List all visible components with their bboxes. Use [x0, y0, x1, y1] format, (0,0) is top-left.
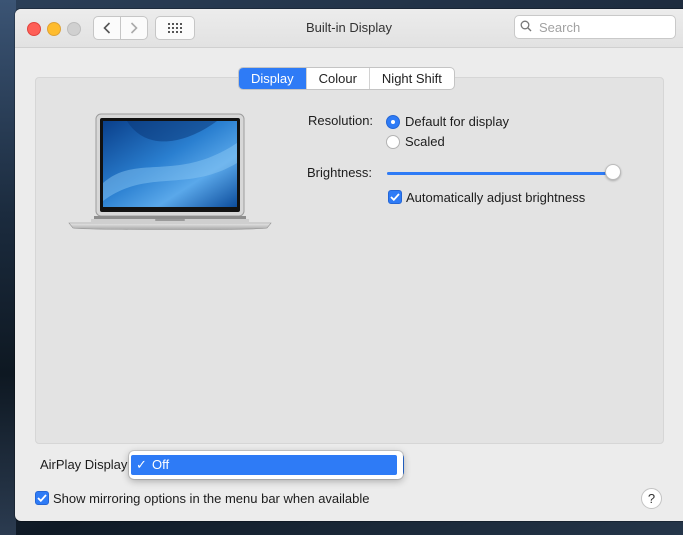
search-field[interactable]: [514, 15, 676, 39]
resolution-scaled-label[interactable]: Scaled: [405, 134, 445, 149]
search-icon: [520, 20, 532, 32]
airplay-menu-item-off[interactable]: ✓ Off: [131, 455, 397, 475]
resolution-label: Resolution:: [308, 113, 374, 128]
laptop-illustration: [68, 113, 272, 230]
brightness-label: Brightness:: [307, 165, 373, 180]
auto-brightness-label[interactable]: Automatically adjust brightness: [406, 190, 585, 205]
tab-night-shift[interactable]: Night Shift: [368, 68, 454, 89]
search-input[interactable]: [537, 18, 673, 36]
tab-colour[interactable]: Colour: [305, 68, 369, 89]
resolution-default-label[interactable]: Default for display: [405, 114, 509, 129]
help-button[interactable]: ?: [641, 488, 662, 509]
title-bar: Built-in Display: [15, 9, 683, 48]
brightness-slider-track[interactable]: [387, 172, 621, 175]
checkmark-icon: [390, 193, 400, 201]
desktop-background: [0, 0, 16, 535]
airplay-display-label: AirPlay Display: [40, 457, 128, 472]
brightness-slider-fill: [387, 172, 613, 175]
mirroring-checkbox[interactable]: [35, 491, 49, 505]
resolution-scaled-radio[interactable]: [386, 135, 400, 149]
tab-display[interactable]: Display: [239, 68, 306, 89]
resolution-default-radio[interactable]: [386, 115, 400, 129]
checkmark-icon: [37, 494, 47, 502]
airplay-popup-menu: ✓ Off: [129, 451, 403, 479]
auto-brightness-checkbox[interactable]: [388, 190, 402, 204]
tab-bar: Display Colour Night Shift: [238, 67, 455, 90]
mirroring-label[interactable]: Show mirroring options in the menu bar w…: [53, 491, 370, 506]
airplay-menu-item-label: Off: [152, 457, 170, 472]
checkmark-icon: ✓: [136, 457, 147, 472]
preferences-window: Built-in Display Display Colour Night Sh…: [15, 9, 683, 521]
brightness-slider-thumb[interactable]: [605, 164, 621, 180]
